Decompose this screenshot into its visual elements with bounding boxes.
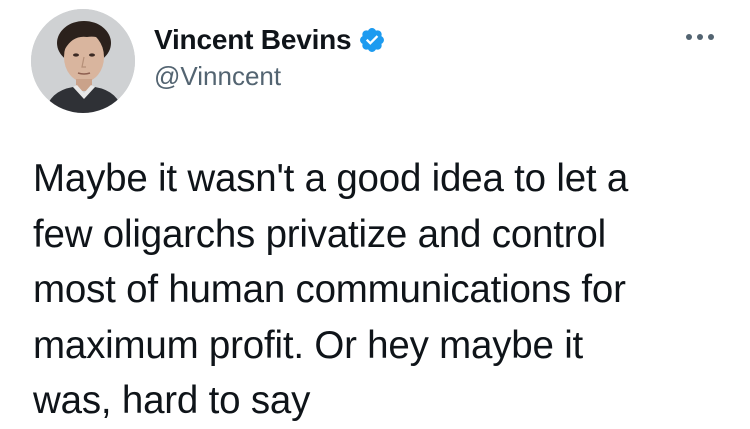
- author-display-name[interactable]: Vincent Bevins: [154, 24, 352, 56]
- profile-photo: [31, 9, 135, 113]
- tweet-text: Maybe it wasn't a good idea to let a few…: [33, 157, 629, 422]
- author-handle[interactable]: @Vinncent: [154, 61, 281, 92]
- tweet-card: Vincent Bevins @Vinncent Maybe it wasn't…: [0, 0, 750, 429]
- avatar[interactable]: [31, 9, 135, 113]
- more-horizontal-icon: [686, 34, 714, 40]
- more-options-button[interactable]: [680, 22, 720, 52]
- verified-badge-icon: [358, 26, 386, 54]
- author-name-row: Vincent Bevins: [154, 24, 386, 56]
